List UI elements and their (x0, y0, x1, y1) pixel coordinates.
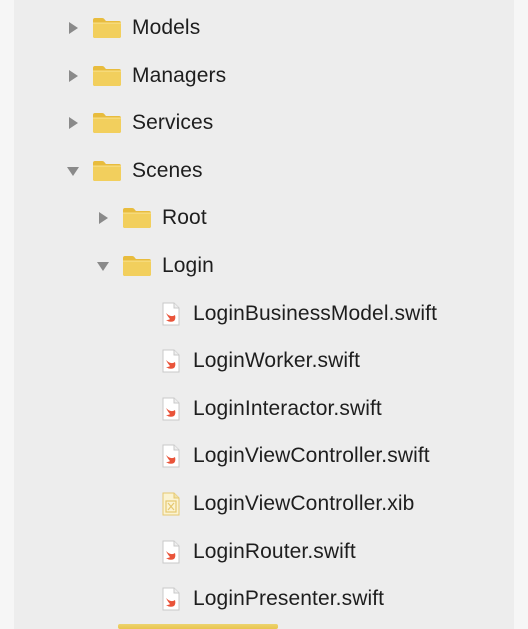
file-item-loginviewcontroller-swift[interactable]: LoginViewController.swift (162, 436, 430, 476)
folder-item-models[interactable]: Models (66, 8, 200, 48)
folder-item-services[interactable]: Services (66, 103, 213, 143)
file-item-loginpresenter-swift[interactable]: LoginPresenter.swift (162, 579, 384, 619)
folder-item-managers[interactable]: Managers (66, 56, 226, 96)
folder-label: Root (162, 206, 207, 229)
file-navigator: Models Managers Services Scenes Root Login Log… (0, 0, 528, 629)
disclosure-triangle-right-icon[interactable] (66, 115, 80, 131)
file-label: LoginRouter.swift (193, 540, 356, 563)
file-label: LoginViewController.xib (193, 492, 415, 515)
xib-file-icon (162, 492, 180, 516)
disclosure-triangle-down-icon[interactable] (66, 163, 80, 179)
disclosure-triangle-right-icon[interactable] (96, 210, 110, 226)
file-label: LoginBusinessModel.swift (193, 302, 438, 325)
swift-file-icon (162, 302, 180, 326)
swift-file-icon (162, 444, 180, 468)
file-item-loginrouter-swift[interactable]: LoginRouter.swift (162, 532, 356, 572)
folder-item-root[interactable]: Root (96, 198, 207, 238)
folder-icon (93, 66, 121, 86)
folder-label: Models (132, 16, 201, 39)
folder-icon (93, 161, 121, 181)
file-item-logininteractor-swift[interactable]: LoginInteractor.swift (162, 389, 382, 429)
folder-icon (123, 208, 151, 228)
folder-icon (123, 256, 151, 276)
folder-icon (93, 18, 121, 38)
file-item-loginbusinessmodel-swift[interactable]: LoginBusinessModel.swift (162, 294, 437, 334)
folder-item-scenes[interactable]: Scenes (66, 151, 203, 191)
folder-label: Managers (132, 64, 227, 87)
swift-file-icon (162, 349, 180, 373)
file-label: LoginWorker.swift (193, 349, 361, 372)
right-margin (514, 0, 528, 629)
disclosure-triangle-right-icon[interactable] (66, 68, 80, 84)
folder-label: Services (132, 111, 214, 134)
disclosure-triangle-down-icon[interactable] (96, 258, 110, 274)
file-item-loginworker-swift[interactable]: LoginWorker.swift (162, 341, 360, 381)
disclosure-triangle-right-icon[interactable] (66, 20, 80, 36)
left-margin (0, 0, 14, 629)
folder-label: Scenes (132, 159, 203, 182)
file-label: LoginPresenter.swift (193, 587, 385, 610)
folder-icon (93, 113, 121, 133)
folder-label: Login (162, 254, 214, 277)
swift-file-icon (162, 397, 180, 421)
swift-file-icon (162, 540, 180, 564)
folder-item-login[interactable]: Login (96, 246, 214, 286)
file-label: LoginInteractor.swift (193, 397, 382, 420)
partially-visible-folder-icon (118, 624, 278, 629)
file-item-loginviewcontroller-xib[interactable]: LoginViewController.xib (162, 484, 414, 524)
swift-file-icon (162, 587, 180, 611)
file-label: LoginViewController.swift (193, 444, 430, 467)
